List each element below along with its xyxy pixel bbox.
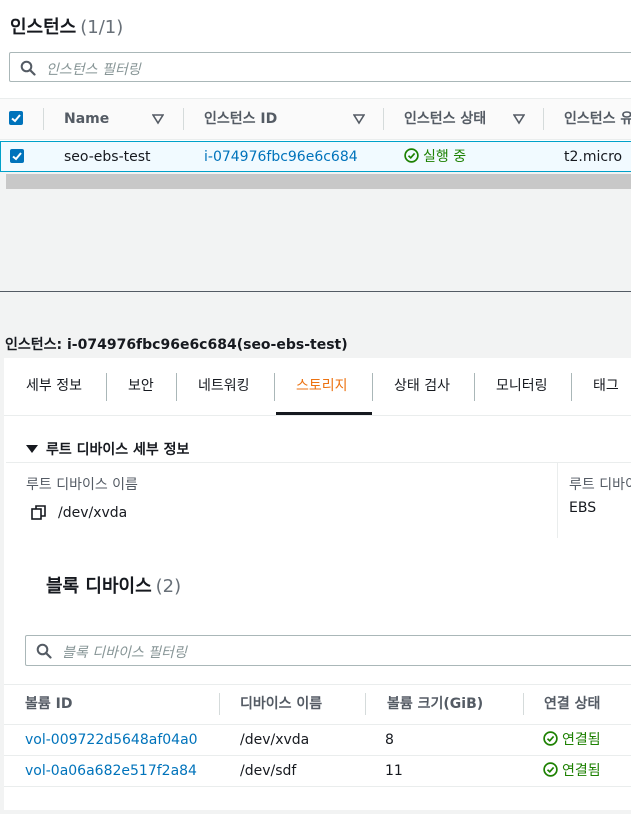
select-all-checkbox[interactable]	[9, 111, 23, 125]
tab-networking[interactable]: 네트워킹	[198, 358, 250, 415]
column-separator	[219, 693, 220, 715]
detail-title: 인스턴스: i-074976fbc96e6c684(seo-ebs-test)	[5, 334, 348, 354]
root-device-name-label: 루트 디바이스 이름	[26, 477, 138, 493]
volume-id-link[interactable]: vol-009722d5648af04a0	[25, 732, 198, 748]
tab-tags[interactable]: 태그	[593, 358, 619, 415]
copy-icon[interactable]	[31, 505, 46, 520]
detail-title-prefix: 인스턴스:	[5, 337, 63, 353]
instance-state-label: 실행 중	[423, 149, 467, 165]
instances-panel: 인스턴스 (1/1) 인스턴스 필터링 Name 인스턴스 ID 인스턴스 상태 …	[0, 0, 631, 291]
instances-filter-input[interactable]: 인스턴스 필터링	[9, 52, 631, 82]
column-header-name[interactable]: Name	[64, 99, 109, 139]
instances-title: 인스턴스 (1/1)	[10, 13, 123, 39]
check-circle-icon	[543, 731, 558, 746]
sort-down-icon[interactable]	[513, 113, 525, 125]
root-device-name-value: /dev/xvda	[58, 505, 128, 521]
root-device-heading: 루트 디바이스 세부 정보	[46, 442, 190, 458]
divider	[557, 462, 558, 538]
table-row: vol-009722d5648af04a0 /dev/xvda 8 연결됨	[4, 725, 631, 756]
tab-status-checks[interactable]: 상태 검사	[394, 358, 450, 415]
block-devices-title-text: 블록 디바이스	[46, 576, 152, 597]
column-header-volume-id[interactable]: 볼륨 ID	[25, 685, 72, 723]
column-separator	[523, 693, 524, 715]
instance-type: t2.micro	[564, 149, 623, 165]
split-panel-divider[interactable]	[0, 291, 631, 292]
tab-security[interactable]: 보안	[128, 358, 154, 415]
instances-table-header: Name 인스턴스 ID 인스턴스 상태 인스턴스 유	[0, 98, 631, 140]
column-separator	[543, 108, 544, 130]
divider	[6, 462, 631, 463]
volume-size: 11	[385, 763, 403, 779]
instances-count: (1/1)	[80, 17, 124, 38]
tab-separator	[176, 373, 177, 401]
block-devices-title: 블록 디바이스 (2)	[46, 572, 181, 598]
column-separator	[365, 693, 366, 715]
search-icon	[36, 643, 52, 659]
block-devices-filter-input[interactable]: 블록 디바이스 필터링	[25, 635, 631, 666]
column-separator	[383, 108, 384, 130]
attachment-status: 연결됨	[543, 760, 601, 780]
horizontal-scrollbar[interactable]	[6, 174, 631, 189]
tab-separator	[274, 373, 275, 401]
column-header-volume-size[interactable]: 볼륨 크기(GiB)	[387, 685, 483, 723]
tab-monitoring[interactable]: 모니터링	[496, 358, 548, 415]
block-devices-table-header: 볼륨 ID 디바이스 이름 볼륨 크기(GiB) 연결 상태	[4, 684, 631, 725]
tab-separator	[571, 373, 572, 401]
column-header-instance-id[interactable]: 인스턴스 ID	[204, 99, 277, 139]
column-header-device-name[interactable]: 디바이스 이름	[240, 685, 322, 723]
sort-down-icon[interactable]	[353, 113, 365, 125]
attachment-status-label: 연결됨	[562, 763, 601, 779]
block-devices-count: (2)	[155, 576, 182, 597]
instances-filter-placeholder: 인스턴스 필터링	[46, 62, 141, 78]
column-separator	[183, 108, 184, 130]
column-header-instance-type[interactable]: 인스턴스 유	[564, 99, 631, 139]
instances-title-text: 인스턴스	[10, 17, 77, 38]
check-circle-icon	[543, 762, 558, 777]
tab-separator	[106, 373, 107, 401]
instance-state: 실행 중	[404, 146, 466, 166]
detail-title-value: i-074976fbc96e6c684(seo-ebs-test)	[67, 337, 348, 353]
tab-separator	[372, 373, 373, 401]
table-row: vol-0a06a682e517f2a84 /dev/sdf 11 연결됨	[4, 756, 631, 787]
tab-separator	[474, 373, 475, 401]
tab-storage[interactable]: 스토리지	[296, 358, 348, 415]
check-circle-icon	[404, 148, 419, 163]
device-name: /dev/sdf	[240, 763, 297, 779]
detail-tabs: 세부 정보 보안 네트워킹 스토리지 상태 검사 모니터링 태그	[4, 358, 631, 416]
table-row[interactable]: seo-ebs-test i-074976fbc96e6c684 실행 중 t2…	[0, 141, 631, 172]
active-tab-indicator	[276, 412, 372, 415]
root-device-section-toggle[interactable]: 루트 디바이스 세부 정보	[26, 439, 189, 459]
volume-id-link[interactable]: vol-0a06a682e517f2a84	[25, 763, 197, 779]
block-devices-filter-placeholder: 블록 디바이스 필터링	[62, 645, 187, 661]
instance-name: seo-ebs-test	[64, 149, 151, 165]
caret-down-icon	[26, 445, 38, 453]
sort-down-icon[interactable]	[152, 113, 164, 125]
attachment-status-label: 연결됨	[562, 732, 601, 748]
column-separator	[43, 108, 44, 130]
row-checkbox[interactable]	[10, 149, 24, 163]
root-device-type-value: EBS	[569, 500, 597, 516]
attachment-status: 연결됨	[543, 729, 601, 749]
tab-details[interactable]: 세부 정보	[26, 358, 82, 415]
search-icon	[20, 60, 36, 76]
column-header-attachment-status[interactable]: 연결 상태	[544, 685, 600, 723]
root-device-type-label: 루트 디바이	[569, 477, 631, 493]
volume-size: 8	[385, 732, 394, 748]
instance-id-link[interactable]: i-074976fbc96e6c684	[204, 149, 358, 165]
device-name: /dev/xvda	[240, 732, 310, 748]
column-header-instance-state[interactable]: 인스턴스 상태	[404, 99, 486, 139]
